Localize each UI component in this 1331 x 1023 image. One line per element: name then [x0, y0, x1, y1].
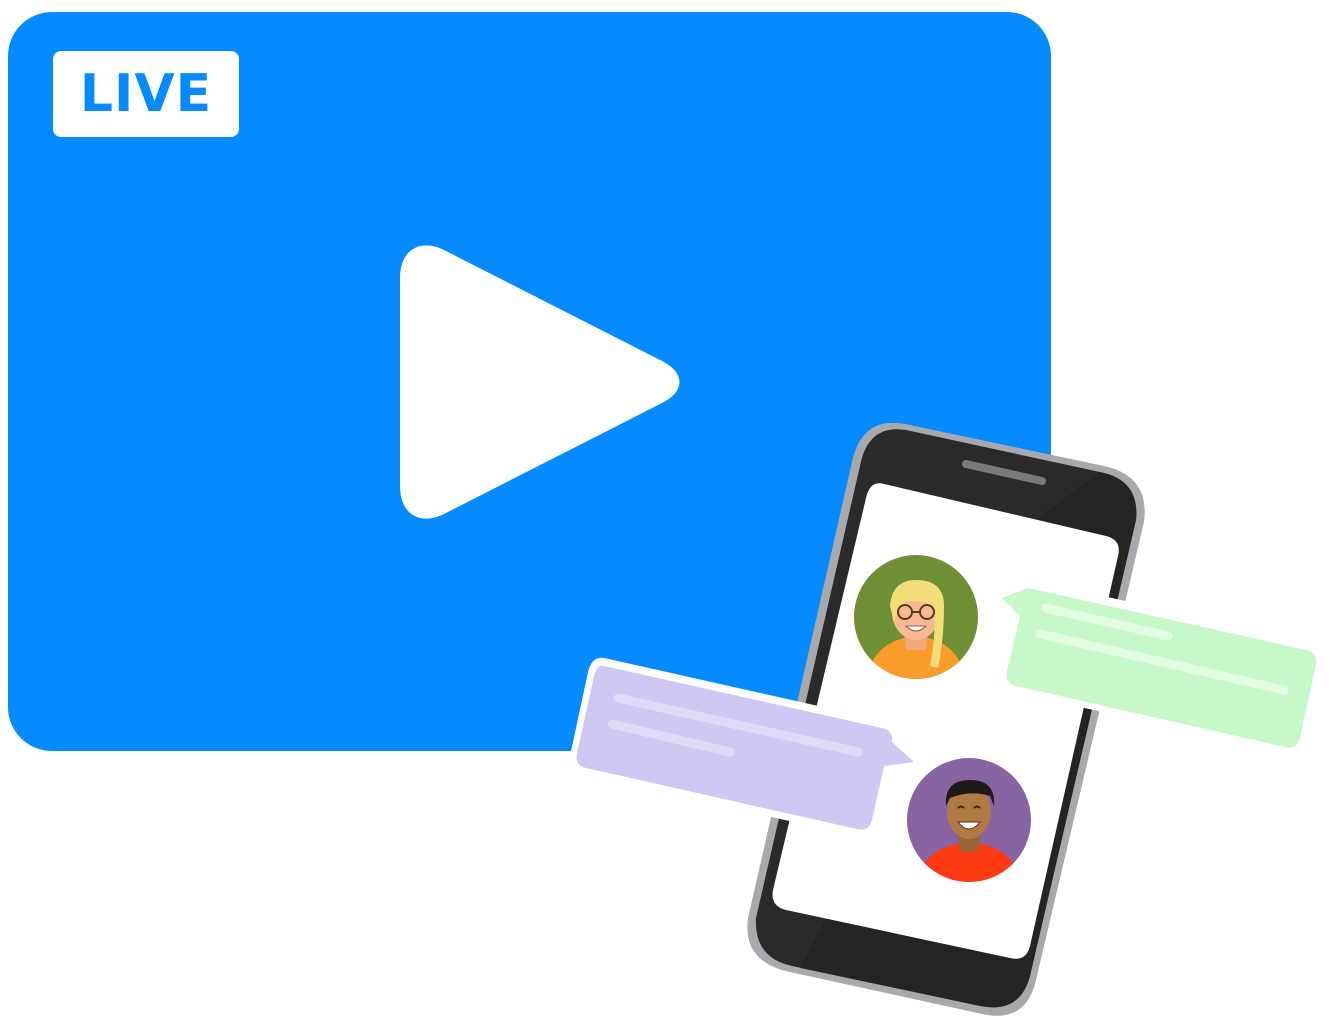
illustration: LIVE	[0, 0, 1331, 1023]
phone-chat-scene	[569, 422, 1323, 1016]
